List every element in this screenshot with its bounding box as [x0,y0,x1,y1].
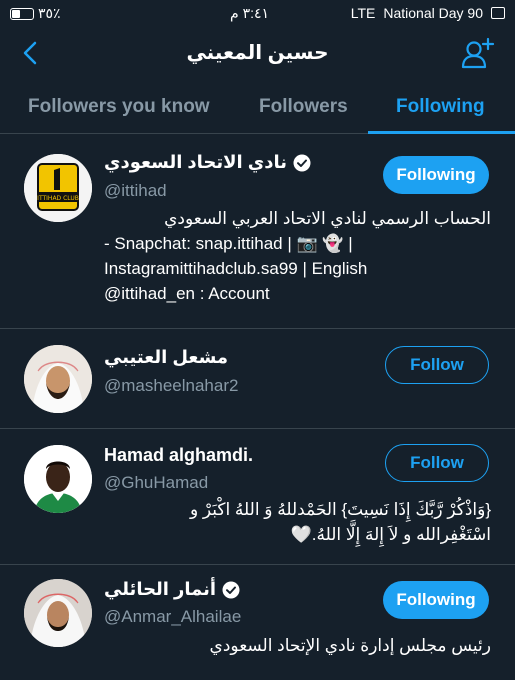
account-name: Hamad alghamdi. [104,445,254,465]
list-item[interactable]: أنمار الحائلي @Anmar_Alhailae Following … [0,565,515,680]
follow-button[interactable]: Follow [385,346,489,384]
account-name-row: أنمار الحائلي [104,579,240,600]
page-title: حسين المعيني [186,42,329,64]
user-photo-icon [24,445,92,513]
account-name: أنمار الحائلي [104,579,217,599]
following-list: ITTIHAD CLUB نادي الاتحاد السعودي @ittih… [0,134,515,680]
following-button[interactable]: Following [383,581,489,619]
tab-followers[interactable]: Followers [259,96,348,118]
clock: ٣:٤١ م [230,5,270,21]
bio-line: {وَاذْكُرْ رَّبَّكَ إِذَا نَسِيتَ} الحَم… [189,500,491,519]
user-photo-icon [24,345,92,413]
bio-line: الحساب الرسمي لنادي الاتحاد العربي السعو… [164,209,491,228]
avatar[interactable]: ITTIHAD CLUB [24,154,92,222]
battery-indicator: ٣٥٪ [10,5,61,22]
tab-followers-you-know[interactable]: Followers you know [28,96,210,118]
ittihad-logo-icon: ITTIHAD CLUB [24,154,92,222]
account-bio: الحساب الرسمي لنادي الاتحاد العربي السعو… [104,206,491,306]
account-bio: {وَاذْكُرْ رَّبَّكَ إِذَا نَسِيتَ} الحَم… [104,497,491,547]
bio-line: - Snapchat: snap.ittihad | 📷 👻 | [104,234,353,253]
list-item[interactable]: ITTIHAD CLUB نادي الاتحاد السعودي @ittih… [0,134,515,329]
tab-bar: Followers you know Followers Following [0,80,515,134]
following-button[interactable]: Following [383,156,489,194]
account-handle: @Anmar_Alhailae [104,607,242,626]
battery-percent: ٣٥٪ [38,5,61,21]
battery-icon [10,7,34,20]
verified-badge-icon [293,154,311,171]
status-bar: ٣٥٪ ٣:٤١ م LTE National Day 90 [0,0,515,30]
svg-text:ITTIHAD CLUB: ITTIHAD CLUB [37,195,79,202]
account-handle: @masheelnahar2 [104,376,239,395]
account-handle: @ittihad [104,181,167,200]
add-user-icon[interactable] [461,36,495,70]
avatar[interactable] [24,345,92,413]
follow-button[interactable]: Follow [385,444,489,482]
nav-bar: حسين المعيني [0,30,515,78]
bio-line: @ittihad_en : Account [104,284,270,303]
list-item[interactable]: Hamad alghamdi. @GhuHamad Follow {وَاذْك… [0,429,515,565]
list-item[interactable]: مشعل العتيبي @masheelnahar2 Follow [0,329,515,429]
avatar[interactable] [24,579,92,647]
bio-line: اسْتَغْفِرالله و لاَ إِلهَ إِلَّا اللهُ.… [290,525,491,544]
account-name-row: نادي الاتحاد السعودي [104,152,311,173]
account-name: مشعل العتيبي [104,347,229,367]
account-bio: رئيس مجلس إدارة نادي الإتحاد السعودي [104,633,491,658]
network-type: LTE [350,5,376,21]
avatar[interactable] [24,445,92,513]
bio-line: رئيس مجلس إدارة نادي الإتحاد السعودي [209,636,491,655]
account-name-row: مشعل العتيبي [104,347,228,368]
bio-line: Instagramittihadclub.sa99 | English [104,259,368,278]
tab-following[interactable]: Following [396,96,485,118]
signal-icon [491,7,505,19]
account-handle: @GhuHamad [104,473,209,492]
verified-badge-icon [222,581,240,598]
carrier-name: National Day 90 [383,5,483,21]
account-name-row: Hamad alghamdi. [104,445,253,466]
user-photo-icon [24,579,92,647]
account-name: نادي الاتحاد السعودي [104,152,287,172]
